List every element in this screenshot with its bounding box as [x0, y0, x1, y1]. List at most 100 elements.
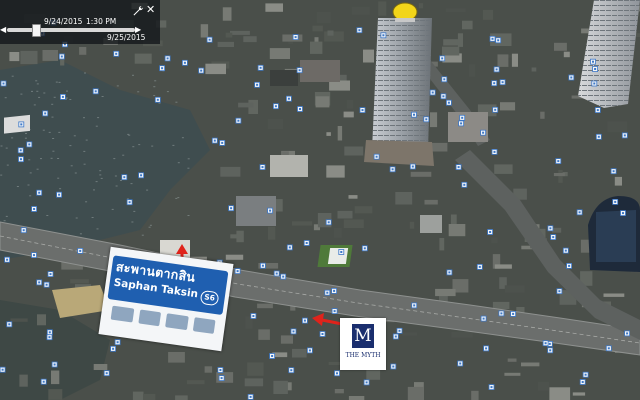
- placemark-icon[interactable]: [562, 247, 569, 254]
- placemark-icon[interactable]: [292, 34, 299, 40]
- placemark-icon[interactable]: [359, 107, 366, 113]
- placemark-icon[interactable]: [409, 163, 416, 170]
- placemark-icon[interactable]: [121, 174, 128, 181]
- placemark-icon[interactable]: [439, 55, 446, 62]
- wrench-icon[interactable]: [132, 5, 144, 17]
- placemark-icon[interactable]: [126, 199, 133, 206]
- placemark-icon[interactable]: [56, 191, 62, 198]
- placemark-icon[interactable]: [620, 210, 626, 217]
- placemark-icon[interactable]: [476, 263, 483, 270]
- placemark-icon[interactable]: [113, 50, 120, 57]
- placemark-icon[interactable]: [491, 148, 498, 155]
- placemark-icon[interactable]: [455, 164, 462, 171]
- placemark-icon[interactable]: [380, 32, 387, 39]
- placemark-icon[interactable]: [267, 207, 274, 214]
- placemark-icon[interactable]: [60, 94, 66, 100]
- placemark-icon[interactable]: [331, 287, 338, 294]
- placemark-icon[interactable]: [18, 156, 24, 163]
- placemark-icon[interactable]: [42, 110, 49, 117]
- placemark-icon[interactable]: [550, 234, 557, 241]
- placemark-icon[interactable]: [459, 114, 466, 121]
- placemark-icon[interactable]: [446, 269, 453, 276]
- placemark-icon[interactable]: [429, 89, 436, 96]
- placemark-icon[interactable]: [363, 379, 370, 386]
- placemark-icon[interactable]: [605, 345, 612, 352]
- placemark-icon[interactable]: [325, 219, 332, 226]
- placemark-icon[interactable]: [0, 366, 6, 373]
- placemark-icon[interactable]: [489, 35, 496, 42]
- placemark-icon[interactable]: [458, 120, 465, 127]
- station-sign-overlay[interactable]: สะพานตากสิน Saphan Taksin S6: [98, 246, 234, 352]
- placemark-icon[interactable]: [219, 139, 226, 146]
- placemark-icon[interactable]: [389, 166, 396, 173]
- placemark-icon[interactable]: [269, 353, 276, 359]
- placemark-icon[interactable]: [290, 328, 297, 335]
- placemark-icon[interactable]: [235, 117, 242, 124]
- placemark-icon[interactable]: [228, 205, 235, 212]
- placemark-icon[interactable]: [114, 339, 121, 346]
- placemark-icon[interactable]: [51, 361, 58, 368]
- placemark-icon[interactable]: [217, 367, 224, 373]
- placemark-icon[interactable]: [17, 147, 24, 154]
- placemark-icon[interactable]: [576, 209, 583, 216]
- placemark-icon[interactable]: [43, 281, 50, 288]
- placemark-icon[interactable]: [440, 93, 447, 100]
- placemark-icon[interactable]: [234, 268, 241, 275]
- placemark-icon[interactable]: [306, 347, 313, 354]
- placemark-icon[interactable]: [58, 53, 65, 60]
- placemark-icon[interactable]: [257, 64, 264, 71]
- placemark-icon[interactable]: [272, 103, 279, 110]
- close-icon[interactable]: ✕: [146, 4, 155, 16]
- placemark-icon[interactable]: [492, 106, 499, 113]
- hotel-logo-overlay[interactable]: M THE MYTH: [340, 318, 386, 370]
- placemark-icon[interactable]: [547, 225, 554, 232]
- placemark-icon[interactable]: [361, 245, 368, 252]
- placemark-icon[interactable]: [480, 129, 487, 136]
- placemark-icon[interactable]: [491, 80, 498, 87]
- placemark-icon[interactable]: [324, 289, 331, 296]
- placemark-icon[interactable]: [510, 310, 517, 317]
- placemark-icon[interactable]: [259, 164, 266, 171]
- placemark-icon[interactable]: [566, 262, 572, 269]
- placemark-icon[interactable]: [392, 333, 399, 340]
- placemark-icon[interactable]: [259, 262, 266, 269]
- chevron-left-icon[interactable]: ◀: [0, 25, 6, 34]
- placemark-icon[interactable]: [445, 99, 452, 106]
- placemark-icon[interactable]: [461, 181, 468, 188]
- placemark-icon[interactable]: [273, 270, 280, 277]
- placemark-icon[interactable]: [211, 137, 218, 144]
- placemark-icon[interactable]: [487, 229, 494, 235]
- placemark-icon[interactable]: [488, 384, 495, 391]
- placemark-icon[interactable]: [591, 80, 598, 87]
- placemark-icon[interactable]: [286, 244, 293, 251]
- placemark-icon[interactable]: [247, 393, 254, 400]
- placemark-icon[interactable]: [206, 36, 213, 43]
- map-viewport[interactable]: [0, 0, 640, 400]
- placemark-icon[interactable]: [396, 327, 403, 334]
- placemark-icon[interactable]: [218, 375, 225, 382]
- placemark-icon[interactable]: [319, 331, 326, 337]
- placemark-icon[interactable]: [411, 111, 417, 118]
- placemark-icon[interactable]: [542, 340, 549, 347]
- placemark-icon[interactable]: [592, 66, 598, 72]
- placemark-icon[interactable]: [138, 172, 145, 179]
- placemark-icon[interactable]: [441, 76, 448, 83]
- placemark-icon[interactable]: [181, 59, 188, 66]
- placemark-icon[interactable]: [303, 240, 310, 246]
- placemark-icon[interactable]: [40, 378, 47, 385]
- placemark-icon[interactable]: [18, 121, 25, 128]
- placemark-icon[interactable]: [20, 227, 27, 234]
- placemark-icon[interactable]: [411, 302, 418, 309]
- placemark-icon[interactable]: [493, 66, 500, 73]
- placemark-icon[interactable]: [47, 271, 54, 278]
- placemark-icon[interactable]: [26, 141, 33, 148]
- placemark-icon[interactable]: [164, 55, 171, 62]
- placemark-icon[interactable]: [31, 206, 38, 212]
- placemark-icon[interactable]: [480, 315, 487, 322]
- placemark-icon[interactable]: [0, 80, 7, 87]
- placemark-icon[interactable]: [556, 288, 563, 295]
- placemark-icon[interactable]: [92, 88, 99, 95]
- placemark-icon[interactable]: [568, 74, 575, 81]
- placemark-icon[interactable]: [297, 106, 303, 112]
- city-3d-view[interactable]: [0, 0, 640, 400]
